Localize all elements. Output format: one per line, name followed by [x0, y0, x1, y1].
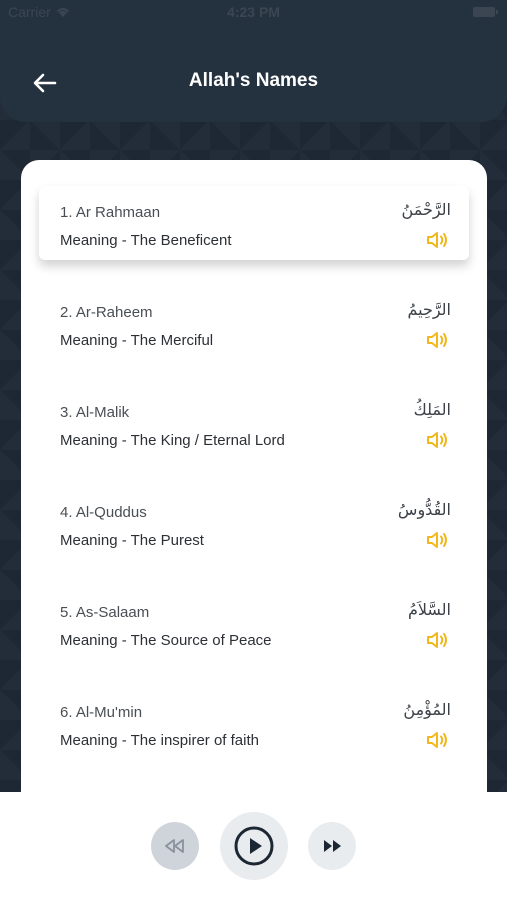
play-button[interactable]	[220, 812, 288, 880]
arabic-name: الرَّحْمَنُ	[401, 200, 451, 219]
battery-icon	[473, 7, 498, 17]
previous-button[interactable]	[151, 822, 199, 870]
next-button[interactable]	[308, 822, 356, 870]
arabic-name: الرَّحِيمُ	[407, 300, 451, 319]
arabic-name: السَّلاَمُ	[407, 600, 451, 619]
list-item[interactable]: 6. Al-Mu'min Meaning - The inspirer of f…	[39, 686, 469, 760]
page-title: Allah's Names	[188, 70, 319, 91]
list-item[interactable]: 4. Al-Quddus Meaning - The Purest القُدُ…	[39, 486, 469, 560]
arabic-name: المُؤْمِنُ	[403, 700, 451, 719]
status-bar: Carrier 4:23 PM	[0, 0, 507, 26]
meaning-label: Meaning - The King / Eternal Lord	[60, 432, 285, 449]
name-label: 6. Al-Mu'min	[60, 704, 143, 721]
meaning-label: Meaning - The Merciful	[60, 332, 214, 349]
status-time: 4:23 PM	[227, 4, 280, 20]
name-label: 1. Ar Rahmaan	[60, 204, 161, 221]
meaning-label: Meaning - The Purest	[60, 532, 204, 549]
list-item[interactable]: 2. Ar-Raheem Meaning - The Merciful الرَ…	[39, 286, 469, 360]
arabic-name: القُدُّوسُ	[397, 500, 451, 519]
speaker-icon[interactable]	[426, 430, 450, 450]
name-label: 2. Ar-Raheem	[60, 304, 153, 321]
list-item[interactable]: 3. Al-Malik Meaning - The King / Eternal…	[39, 386, 469, 460]
list-item[interactable]: 1. Ar Rahmaan Meaning - The Beneficent ا…	[39, 186, 469, 260]
fast-forward-icon	[324, 840, 341, 852]
name-label: 4. Al-Quddus	[60, 504, 147, 521]
speaker-icon[interactable]	[426, 230, 450, 250]
arabic-name: المَلِكُ	[413, 400, 451, 419]
meaning-label: Meaning - The Beneficent	[60, 232, 232, 249]
play-icon	[234, 826, 274, 866]
player-controls	[0, 792, 507, 900]
name-label: 5. As-Salaam	[60, 604, 150, 621]
rewind-icon	[165, 839, 184, 853]
list-item[interactable]: 5. As-Salaam Meaning - The Source of Pea…	[39, 586, 469, 660]
speaker-icon[interactable]	[426, 630, 450, 650]
names-list-card: 1. Ar Rahmaan Meaning - The Beneficent ا…	[21, 160, 487, 820]
speaker-icon[interactable]	[426, 530, 450, 550]
speaker-icon[interactable]	[426, 730, 450, 750]
name-label: 3. Al-Malik	[60, 404, 130, 421]
speaker-icon[interactable]	[426, 330, 450, 350]
meaning-label: Meaning - The Source of Peace	[60, 632, 272, 649]
meaning-label: Meaning - The inspirer of faith	[60, 732, 259, 749]
